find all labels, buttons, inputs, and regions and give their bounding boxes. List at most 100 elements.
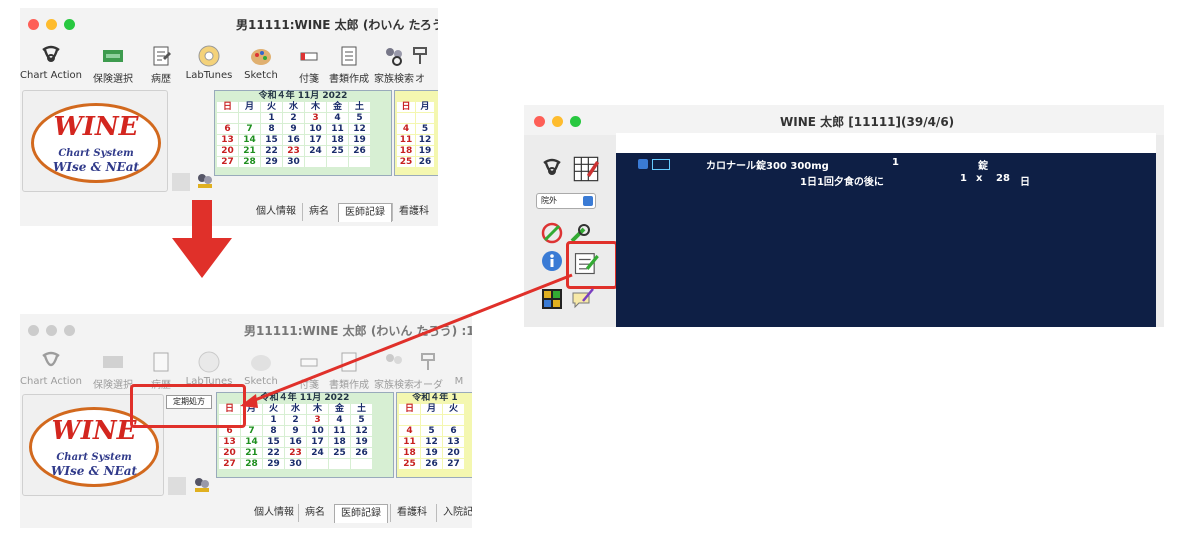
calendar-day[interactable]: 18	[327, 135, 348, 145]
calendar-day[interactable]: 6	[217, 124, 238, 134]
calendar-day[interactable]: 30	[283, 157, 304, 167]
toolbar-order[interactable]: オ	[405, 38, 435, 85]
calendar-day[interactable]: 29	[263, 459, 284, 469]
minimize-button[interactable]	[552, 116, 563, 127]
chart-action-icon[interactable]	[540, 157, 564, 181]
close-button[interactable]	[28, 19, 39, 30]
calendar-day[interactable]: 26	[351, 448, 372, 458]
calendar-day[interactable]: 22	[263, 448, 284, 458]
rx-row[interactable]: カロナール錠300 300mg 1 錠	[616, 157, 1156, 172]
calendar-day[interactable]: 27	[217, 157, 238, 167]
location-dropdown[interactable]: 院外	[536, 193, 596, 209]
no-drug-icon[interactable]	[540, 221, 564, 245]
calendar-day[interactable]: 8	[263, 426, 284, 436]
calendar-day[interactable]: 2	[283, 113, 304, 123]
calendar-day[interactable]: 5	[351, 415, 372, 425]
calendar-day[interactable]: 28	[241, 459, 262, 469]
calendar-day[interactable]: 17	[305, 135, 326, 145]
calendar-day[interactable]: 12	[351, 426, 372, 436]
calendar-day[interactable]: 2	[285, 415, 306, 425]
calendar-day[interactable]: 22	[261, 146, 282, 156]
tab-doctor-record[interactable]: 医師記録	[338, 203, 392, 222]
calendar-day[interactable]: 9	[283, 124, 304, 134]
calendar-day[interactable]: 12	[349, 124, 370, 134]
zoom-button[interactable]	[64, 325, 75, 336]
toolbar-chart-action[interactable]: Chart Action	[20, 38, 82, 81]
calendar-day[interactable]: 13	[219, 437, 240, 447]
toolbar-chart-action[interactable]: Chart Action	[20, 344, 82, 387]
calendar-day[interactable]: 7	[241, 426, 262, 436]
calendar-day[interactable]: 26	[349, 146, 370, 156]
calendar-day[interactable]: 19	[351, 437, 372, 447]
calendar-day[interactable]	[307, 459, 328, 469]
calendar-day[interactable]	[327, 157, 348, 167]
calendar-day[interactable]: 11	[329, 426, 350, 436]
calendar-day[interactable]	[239, 113, 260, 123]
calendar-day[interactable]: 25	[327, 146, 348, 156]
calendar-day[interactable]: 4	[327, 113, 348, 123]
calendar-day[interactable]: 23	[283, 146, 304, 156]
calendar-day[interactable]: 10	[305, 124, 326, 134]
calendar-day[interactable]: 8	[261, 124, 282, 134]
calendar-day[interactable]: 3	[307, 415, 328, 425]
tab-disease-name[interactable]: 病名	[298, 504, 331, 522]
calendar-day[interactable]: 1	[261, 113, 282, 123]
tab-disease-name[interactable]: 病名	[302, 203, 335, 221]
comment-edit-icon[interactable]	[570, 287, 596, 311]
calendar-day[interactable]: 9	[285, 426, 306, 436]
calendar-day[interactable]: 1	[263, 415, 284, 425]
calendar-day[interactable]	[349, 157, 370, 167]
minimize-button[interactable]	[46, 19, 57, 30]
calendar-day[interactable]: 27	[219, 459, 240, 469]
toolbar-more[interactable]: M	[448, 344, 470, 387]
grid-edit-icon[interactable]	[572, 155, 600, 183]
calendar-day[interactable]: 14	[241, 437, 262, 447]
calendar-day[interactable]: 25	[329, 448, 350, 458]
calendar-day[interactable]: 29	[261, 157, 282, 167]
calendar-day[interactable]	[351, 459, 372, 469]
calendar-day[interactable]: 24	[305, 146, 326, 156]
tab-nursing[interactable]: 看護科	[392, 203, 435, 221]
calendar-day[interactable]: 18	[329, 437, 350, 447]
zoom-button[interactable]	[64, 19, 75, 30]
calendar-day[interactable]: 23	[285, 448, 306, 458]
calendar-day[interactable]: 13	[217, 135, 238, 145]
photo-placeholder[interactable]	[168, 477, 186, 495]
rx-usage-row[interactable]: 1日1回夕食の後に 1 x 28 日	[616, 173, 1156, 188]
close-button[interactable]	[28, 325, 39, 336]
tab-personal-info[interactable]: 個人情報	[250, 203, 302, 221]
family-icon[interactable]	[192, 475, 212, 495]
calendar-day[interactable]: 15	[263, 437, 284, 447]
family-icon[interactable]	[195, 171, 215, 191]
calendar-day[interactable]: 30	[285, 459, 306, 469]
tab-admission[interactable]: 入院記	[436, 504, 472, 522]
info-icon[interactable]	[540, 249, 564, 273]
close-button[interactable]	[534, 116, 545, 127]
calendar-day[interactable]: 11	[327, 124, 348, 134]
zoom-button[interactable]	[570, 116, 581, 127]
minimize-button[interactable]	[46, 325, 57, 336]
calendar-day[interactable]: 15	[261, 135, 282, 145]
calendar-day[interactable]: 20	[219, 448, 240, 458]
calendar-day[interactable]: 28	[239, 157, 260, 167]
calendar-day[interactable]: 20	[217, 146, 238, 156]
calendar-day[interactable]: 3	[305, 113, 326, 123]
calendar-day[interactable]: 21	[241, 448, 262, 458]
calendar-day[interactable]: 7	[239, 124, 260, 134]
calendar-day[interactable]: 16	[285, 437, 306, 447]
calendar-day[interactable]: 10	[307, 426, 328, 436]
layout-grid-icon[interactable]	[540, 287, 564, 311]
tab-personal-info[interactable]: 個人情報	[248, 504, 300, 522]
photo-placeholder[interactable]	[172, 173, 190, 191]
calendar-day[interactable]	[217, 113, 238, 123]
tab-doctor-record[interactable]: 医師記録	[334, 504, 388, 523]
tab-nursing[interactable]: 看護科	[390, 504, 433, 522]
toolbar-order[interactable]: オーダ	[408, 344, 448, 391]
calendar-day[interactable]: 5	[349, 113, 370, 123]
calendar-day[interactable]: 21	[239, 146, 260, 156]
calendar-day[interactable]: 16	[283, 135, 304, 145]
calendar-day[interactable]	[305, 157, 326, 167]
calendar-day[interactable]	[329, 459, 350, 469]
calendar-day[interactable]: 19	[349, 135, 370, 145]
calendar-day[interactable]: 14	[239, 135, 260, 145]
